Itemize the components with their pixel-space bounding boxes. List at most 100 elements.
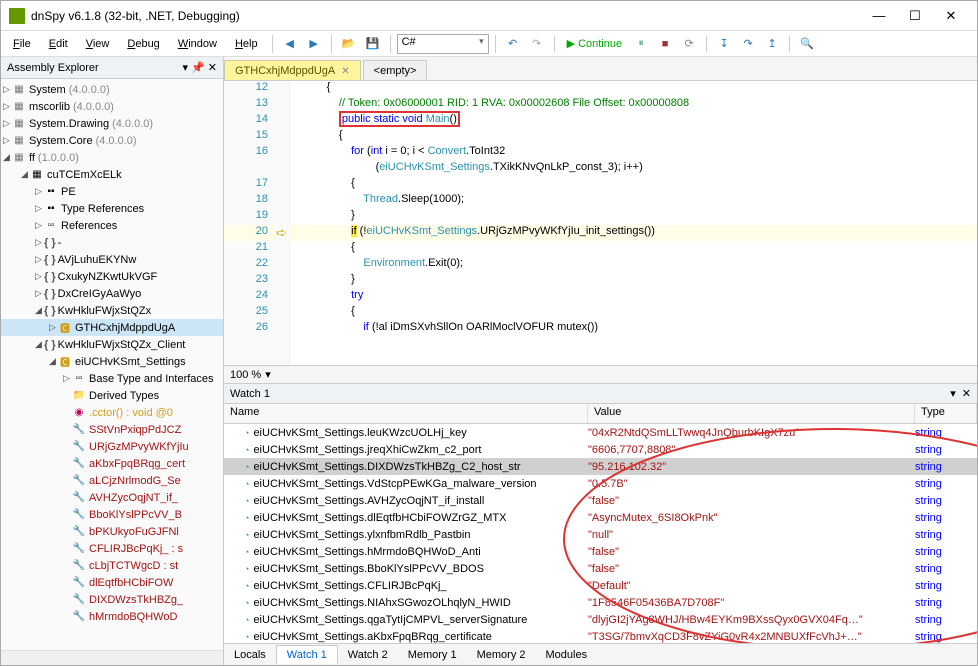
tree-node[interactable]: 🔧CFLIRJBcPqKj_ : s	[1, 540, 223, 557]
code-line[interactable]: 24 try	[224, 289, 977, 305]
tree-node[interactable]: ▷▪▪Type References	[1, 200, 223, 217]
watch-body[interactable]: ◔eiUCHvKSmt_Settings.leuKWzcUOLHj_key"04…	[224, 424, 977, 643]
tree-node[interactable]: 🔧hMrmdoBQHWoD	[1, 608, 223, 625]
tree-node[interactable]: ▷▫▫Base Type and Interfaces	[1, 370, 223, 387]
step-into-button[interactable]: ↧	[713, 33, 735, 55]
watch-row[interactable]: ◔eiUCHvKSmt_Settings.CFLIRJBcPqKj_"Defau…	[224, 577, 977, 594]
maximize-button[interactable]: ☐	[897, 3, 933, 29]
menu-file[interactable]: File	[5, 35, 39, 53]
tree-node[interactable]: 🔧URjGzMPvyWKfYjIu	[1, 438, 223, 455]
step-out-button[interactable]: ↥	[761, 33, 783, 55]
watch-close-icon[interactable]: ✕	[962, 387, 971, 400]
redo-button[interactable]: ↷	[526, 33, 548, 55]
watch-row[interactable]: ◔eiUCHvKSmt_Settings.aKbxFpqBRqg_certifi…	[224, 628, 977, 643]
tree-node[interactable]: 🔧aLCjzNrlmodG_Se	[1, 472, 223, 489]
tree-node[interactable]: 📁Derived Types	[1, 387, 223, 404]
pin-icon[interactable]: ▾ 📌 ✕	[182, 61, 217, 74]
tree-node[interactable]: 🔧aKbxFpqBRqg_cert	[1, 455, 223, 472]
tree-root[interactable]: ◢ff(1.0.0.0)	[1, 149, 223, 166]
close-icon[interactable]: ✕	[341, 66, 349, 77]
tree-node[interactable]: ▷▪▪PE	[1, 183, 223, 200]
tree-node[interactable]: ▷{ }-	[1, 234, 223, 251]
watch-row[interactable]: ◔eiUCHvKSmt_Settings.jreqXhiCwZkm_c2_por…	[224, 441, 977, 458]
code-line[interactable]: 12 {	[224, 81, 977, 97]
pause-button[interactable]: ⏸	[630, 33, 652, 55]
watch-row[interactable]: ◔eiUCHvKSmt_Settings.VdStcpPEwKGa_malwar…	[224, 475, 977, 492]
col-type[interactable]: Type	[915, 404, 977, 423]
tree-node[interactable]: 🔧SStVnPxiqpPdJCZ	[1, 421, 223, 438]
tree-root[interactable]: ▷System.Core(4.0.0.0)	[1, 132, 223, 149]
code-line[interactable]: 26 if (!al iDmSXvhSllOn OARlMoclVOFUR mu…	[224, 321, 977, 337]
tab-active[interactable]: GTHCxhjMdppdUgA✕	[224, 60, 361, 80]
watch-tab[interactable]: Locals	[224, 646, 276, 664]
undo-button[interactable]: ↶	[502, 33, 524, 55]
code-line[interactable]: 22 Environment.Exit(0);	[224, 257, 977, 273]
code-line[interactable]: 15 {	[224, 129, 977, 145]
continue-button[interactable]: ▶ Continue	[561, 35, 629, 52]
code-line[interactable]: 18 Thread.Sleep(1000);	[224, 193, 977, 209]
code-line[interactable]: (eiUCHvKSmt_Settings.TXikKNvQnLkP_const_…	[224, 161, 977, 177]
tree-root[interactable]: ▷System.Drawing(4.0.0.0)	[1, 115, 223, 132]
menu-help[interactable]: Help	[227, 35, 266, 53]
watch-tab[interactable]: Memory 2	[467, 646, 536, 664]
dropdown-icon[interactable]: ▾	[950, 387, 956, 400]
assembly-tree[interactable]: ▷System(4.0.0.0)▷mscorlib(4.0.0.0)▷Syste…	[1, 79, 223, 650]
tree-node[interactable]: 🔧BboKlYslPPcVV_B	[1, 506, 223, 523]
watch-row[interactable]: ◔eiUCHvKSmt_Settings.hMrmdoBQHWoD_Anti"f…	[224, 543, 977, 560]
tree-node[interactable]: ▷{ }CxukyNZKwtUkVGF	[1, 268, 223, 285]
tab-empty[interactable]: <empty>	[363, 60, 428, 80]
watch-row[interactable]: ◔eiUCHvKSmt_Settings.dlEqtfbHCbiFOWZrGZ_…	[224, 509, 977, 526]
watch-row[interactable]: ◔eiUCHvKSmt_Settings.BboKlYslPPcVV_BDOS"…	[224, 560, 977, 577]
step-over-button[interactable]: ↷	[737, 33, 759, 55]
menu-debug[interactable]: Debug	[119, 35, 167, 53]
tree-node[interactable]: 🔧cLbjTCTWgcD : st	[1, 557, 223, 574]
tree-node[interactable]: ▷{ }AVjLuhuEKYNw	[1, 251, 223, 268]
watch-row[interactable]: ◔eiUCHvKSmt_Settings.ylxnfbmRdlb_Pastbin…	[224, 526, 977, 543]
restart-button[interactable]: ⟳	[678, 33, 700, 55]
watch-row[interactable]: ◔eiUCHvKSmt_Settings.qgaTytIjCMPVL_serve…	[224, 611, 977, 628]
tree-node[interactable]: ◢{ }KwHkluFWjxStQZx	[1, 302, 223, 319]
stop-button[interactable]: ■	[654, 33, 676, 55]
tree-node[interactable]: ▷{ }DxCreIGyAaWyo	[1, 285, 223, 302]
language-combo[interactable]: C#	[397, 34, 489, 54]
tree-node[interactable]: ▷🅲GTHCxhjMdppdUgA	[1, 319, 223, 336]
col-value[interactable]: Value	[588, 404, 915, 423]
code-line[interactable]: 23 }	[224, 273, 977, 289]
code-line[interactable]: 13 // Token: 0x06000001 RID: 1 RVA: 0x00…	[224, 97, 977, 113]
watch-row[interactable]: ◔eiUCHvKSmt_Settings.AVHZycOqjNT_if_inst…	[224, 492, 977, 509]
search-button[interactable]: 🔍	[796, 33, 818, 55]
tree-node[interactable]: ◢▦cuTCEmXcELk	[1, 166, 223, 183]
scrollbar[interactable]	[1, 650, 223, 665]
watch-tab[interactable]: Watch 2	[338, 646, 398, 664]
code-line[interactable]: 21 {	[224, 241, 977, 257]
code-line[interactable]: 25 {	[224, 305, 977, 321]
tree-root[interactable]: ▷System(4.0.0.0)	[1, 81, 223, 98]
tree-node[interactable]: ◉.cctor() : void @0	[1, 404, 223, 421]
tree-root[interactable]: ▷mscorlib(4.0.0.0)	[1, 98, 223, 115]
nav-forward-button[interactable]: ▶	[303, 33, 325, 55]
nav-back-button[interactable]: ◀	[279, 33, 301, 55]
code-line[interactable]: 19 }	[224, 209, 977, 225]
watch-row[interactable]: ◔eiUCHvKSmt_Settings.NIAhxSGwozOLhqlyN_H…	[224, 594, 977, 611]
open-button[interactable]: 📂	[338, 33, 360, 55]
tree-node[interactable]: 🔧DIXDWzsTkHBZg_	[1, 591, 223, 608]
zoom-control[interactable]: 100 % ▾	[224, 365, 977, 383]
minimize-button[interactable]: —	[861, 3, 897, 29]
watch-row[interactable]: ◔eiUCHvKSmt_Settings.DIXDWzsTkHBZg_C2_ho…	[224, 458, 977, 475]
tree-node[interactable]: ▷▫▫References	[1, 217, 223, 234]
tree-node[interactable]: 🔧dlEqtfbHCbiFOW	[1, 574, 223, 591]
tree-node[interactable]: ◢{ }KwHkluFWjxStQZx_Client	[1, 336, 223, 353]
menu-view[interactable]: View	[78, 35, 118, 53]
watch-tab[interactable]: Watch 1	[276, 645, 338, 664]
watch-tab[interactable]: Memory 1	[398, 646, 467, 664]
close-button[interactable]: ✕	[933, 3, 969, 29]
menu-window[interactable]: Window	[170, 35, 225, 53]
watch-tab[interactable]: Modules	[536, 646, 598, 664]
tree-node[interactable]: 🔧AVHZycOqjNT_if_	[1, 489, 223, 506]
code-line[interactable]: 16 for (int i = 0; i < Convert.ToInt32	[224, 145, 977, 161]
code-line[interactable]: 17 {	[224, 177, 977, 193]
col-name[interactable]: Name	[224, 404, 588, 423]
watch-row[interactable]: ◔eiUCHvKSmt_Settings.leuKWzcUOLHj_key"04…	[224, 424, 977, 441]
tree-node[interactable]: 🔧bPKUkyoFuGJFNl	[1, 523, 223, 540]
menu-edit[interactable]: Edit	[41, 35, 76, 53]
